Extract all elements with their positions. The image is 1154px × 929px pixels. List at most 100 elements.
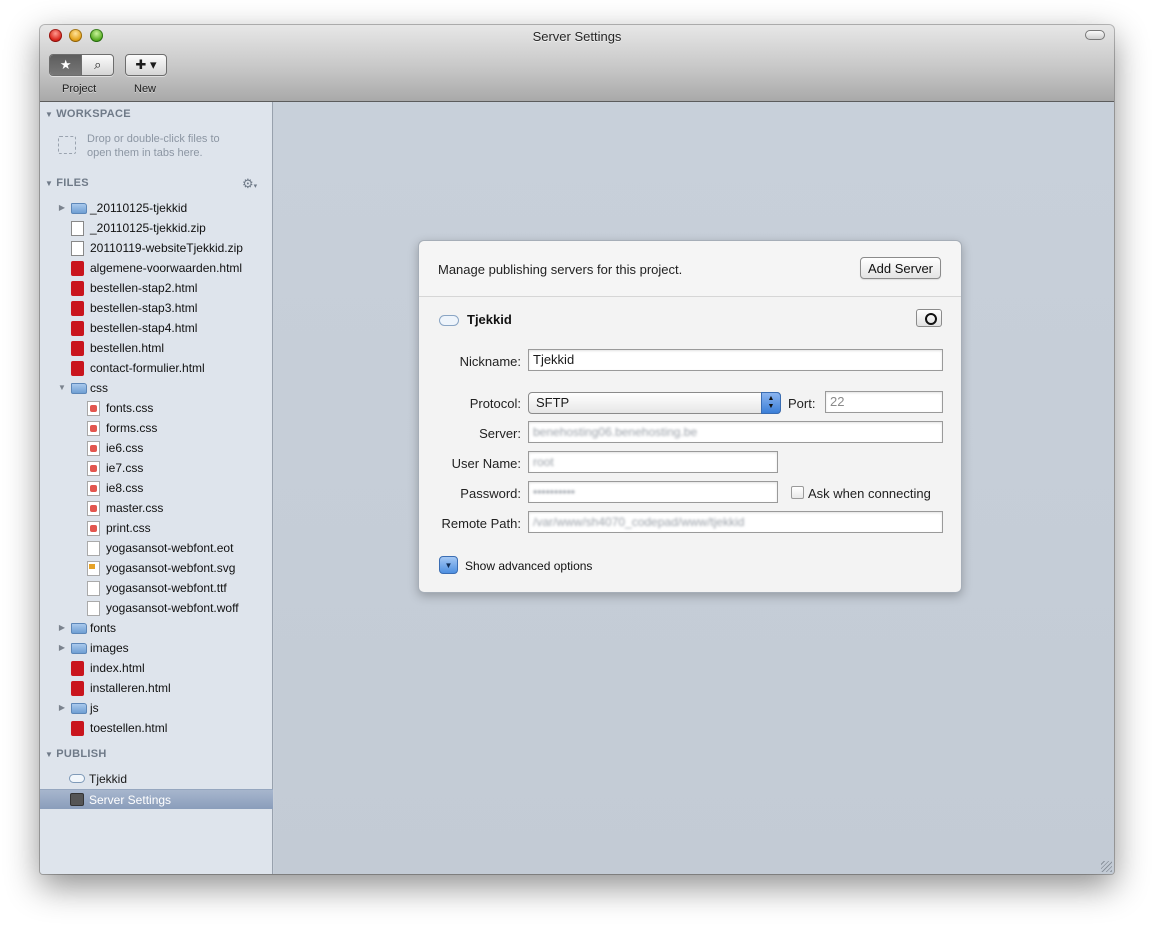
- add-server-button[interactable]: Add Server: [860, 257, 941, 279]
- file-tree-item[interactable]: yogasansot-webfont.ttf: [40, 578, 273, 598]
- folder-file-icon: [71, 203, 87, 214]
- drop-zone-icon: [58, 136, 76, 154]
- nickname-field[interactable]: Tjekkid: [528, 349, 943, 371]
- file-tree-item[interactable]: algemene-voorwaarden.html: [40, 258, 273, 278]
- search-icon[interactable]: ⌕: [81, 55, 113, 75]
- remove-server-button[interactable]: [916, 309, 942, 327]
- file-tree-item[interactable]: ▶ js: [40, 698, 273, 718]
- port-field[interactable]: 22: [825, 391, 943, 413]
- file-tree-item[interactable]: bestellen-stap2.html: [40, 278, 273, 298]
- css-file-icon: [87, 521, 100, 536]
- disclosure-open-icon[interactable]: ▼: [57, 383, 67, 392]
- file-tree-item[interactable]: fonts.css: [40, 398, 273, 418]
- publish-item-server-settings[interactable]: Server Settings: [40, 789, 273, 809]
- password-field[interactable]: ••••••••••: [528, 481, 778, 503]
- workspace-heading-label: WORKSPACE: [56, 108, 131, 120]
- disclosure-closed-icon[interactable]: ▶: [57, 203, 67, 212]
- html-file-icon: [71, 661, 84, 676]
- file-name: _20110125-tjekkid.zip: [90, 221, 206, 235]
- file-name: installeren.html: [90, 681, 171, 695]
- panel-header: Manage publishing servers for this proje…: [419, 241, 961, 297]
- file-tree-item[interactable]: _20110125-tjekkid.zip: [40, 218, 273, 238]
- file-tree-item[interactable]: ie7.css: [40, 458, 273, 478]
- publish-item-label: Server Settings: [89, 793, 172, 807]
- file-tree-item[interactable]: ie8.css: [40, 478, 273, 498]
- new-label: New: [134, 83, 157, 95]
- ask-when-connecting-checkbox[interactable]: [791, 486, 804, 499]
- resize-grip-icon[interactable]: [1101, 861, 1112, 872]
- file-tree-item[interactable]: ▶ _20110125-tjekkid: [40, 198, 273, 218]
- file-tree-item[interactable]: bestellen.html: [40, 338, 273, 358]
- file-tree-item[interactable]: toestellen.html: [40, 718, 273, 738]
- server-value: benehosting06.benehosting.be: [533, 425, 698, 439]
- file-name: css: [90, 381, 108, 395]
- publish-heading-label: PUBLISH: [56, 748, 107, 760]
- folder-file-icon: [71, 383, 87, 394]
- file-tree-item[interactable]: index.html: [40, 658, 273, 678]
- collapse-triangle-icon: ▼: [45, 179, 54, 188]
- collapse-triangle-icon: ▼: [45, 110, 54, 119]
- file-name: ie8.css: [106, 481, 144, 495]
- remote-path-field[interactable]: /var/www/sh4070_codepad/www/tjekkid: [528, 511, 943, 533]
- show-advanced-label[interactable]: Show advanced options: [465, 559, 592, 573]
- disclosure-closed-icon[interactable]: ▶: [57, 703, 67, 712]
- protocol-select[interactable]: SFTP ▲ ▼: [528, 392, 781, 414]
- file-tree-item[interactable]: bestellen-stap3.html: [40, 298, 273, 318]
- file-name: fonts.css: [106, 401, 154, 415]
- file-tree-item[interactable]: contact-formulier.html: [40, 358, 273, 378]
- disclosure-closed-icon[interactable]: ▶: [57, 623, 67, 632]
- show-advanced-disclosure-icon[interactable]: ▼: [439, 556, 458, 574]
- file-tree-item[interactable]: yogasansot-webfont.woff: [40, 598, 273, 618]
- html-file-icon: [71, 681, 84, 696]
- file-tree-item[interactable]: yogasansot-webfont.eot: [40, 538, 273, 558]
- css-file-icon: [87, 461, 100, 476]
- plus-icon[interactable]: ✚ ▾: [126, 55, 166, 75]
- file-tree-item[interactable]: print.css: [40, 518, 273, 538]
- project-label: Project: [62, 83, 97, 95]
- file-name: ie7.css: [106, 461, 144, 475]
- protocol-label: Protocol:: [469, 396, 521, 411]
- file-tree-item[interactable]: bestellen-stap4.html: [40, 318, 273, 338]
- username-value: root: [533, 455, 554, 469]
- file-name: print.css: [106, 521, 151, 535]
- protocol-value: SFTP: [536, 395, 570, 410]
- new-button[interactable]: ✚ ▾: [125, 54, 167, 76]
- password-label: Password:: [460, 486, 521, 501]
- collapse-triangle-icon: ▼: [45, 750, 54, 759]
- panel-message: Manage publishing servers for this proje…: [438, 262, 683, 277]
- css-file-icon: [87, 441, 100, 456]
- file-tree-item[interactable]: ▼ css: [40, 378, 273, 398]
- nickname-label: Nickname:: [459, 354, 521, 369]
- username-field[interactable]: root: [528, 451, 778, 473]
- star-icon[interactable]: ★: [50, 55, 82, 75]
- file-name: forms.css: [106, 421, 158, 435]
- html-file-icon: [71, 341, 84, 356]
- gear-icon[interactable]: ⚙▾: [242, 176, 257, 192]
- file-name: js: [90, 701, 99, 715]
- file-tree-item[interactable]: installeren.html: [40, 678, 273, 698]
- server-field[interactable]: benehosting06.benehosting.be: [528, 421, 943, 443]
- workspace-drop-hint: Drop or double-click files to open them …: [87, 132, 220, 160]
- publish-item-label: Tjekkid: [89, 772, 128, 786]
- file-name: contact-formulier.html: [90, 361, 205, 375]
- zip-file-icon: [71, 241, 84, 256]
- disclosure-closed-icon[interactable]: ▶: [57, 643, 67, 652]
- ask-when-connecting-label[interactable]: Ask when connecting: [808, 486, 931, 501]
- doc-file-icon: [87, 541, 100, 556]
- file-tree-item[interactable]: yogasansot-webfont.svg: [40, 558, 273, 578]
- html-file-icon: [71, 321, 84, 336]
- file-tree-item[interactable]: ▶ images: [40, 638, 273, 658]
- workspace-heading[interactable]: ▼ WORKSPACE: [45, 108, 131, 120]
- file-tree-item[interactable]: ▶ fonts: [40, 618, 273, 638]
- file-tree-item[interactable]: master.css: [40, 498, 273, 518]
- file-tree-item[interactable]: 20110119-websiteTjekkid.zip: [40, 238, 273, 258]
- file-name: bestellen-stap2.html: [90, 281, 198, 295]
- file-tree-item[interactable]: ie6.css: [40, 438, 273, 458]
- file-tree-item[interactable]: forms.css: [40, 418, 273, 438]
- folder-file-icon: [71, 703, 87, 714]
- publish-heading[interactable]: ▼ PUBLISH: [45, 748, 107, 760]
- file-name: bestellen-stap3.html: [90, 301, 198, 315]
- files-heading[interactable]: ▼ FILES: [45, 177, 89, 189]
- toolbar-toggle-button[interactable]: [1085, 30, 1105, 40]
- publish-item-tjekkid[interactable]: Tjekkid: [40, 769, 273, 789]
